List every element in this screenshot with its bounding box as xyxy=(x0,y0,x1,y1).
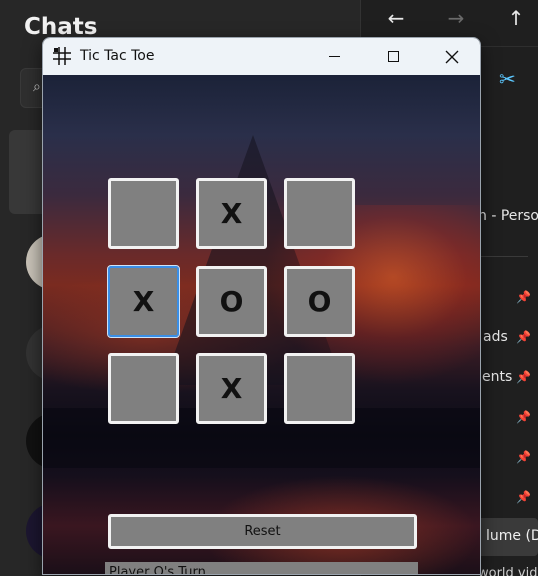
grid-icon xyxy=(53,47,71,65)
pin-icon[interactable]: 📌 xyxy=(516,290,531,304)
minimize-icon xyxy=(328,56,340,57)
maximize-icon xyxy=(387,51,399,62)
pin-icon[interactable]: 📌 xyxy=(516,330,531,344)
back-arrow-icon[interactable]: ← xyxy=(381,6,411,30)
quick-access-label: ents xyxy=(482,369,513,385)
reset-button[interactable]: Reset xyxy=(108,514,417,549)
minimize-button[interactable] xyxy=(311,38,357,75)
pin-icon[interactable]: 📌 xyxy=(516,490,531,504)
close-icon xyxy=(445,50,459,63)
search-icon: ⌕ xyxy=(33,79,41,95)
window-title: Tic Tac Toe xyxy=(80,48,155,64)
board-cell-5[interactable]: O xyxy=(284,266,355,337)
divider xyxy=(478,256,528,257)
window-titlebar[interactable]: Tic Tac Toe xyxy=(43,38,480,75)
pin-icon[interactable]: 📌 xyxy=(516,410,531,424)
tic-tac-toe-window: Tic Tac Toe X X O O X Reset Player O's T… xyxy=(42,37,481,575)
quick-access-label: ads xyxy=(483,329,508,345)
board-cell-2[interactable] xyxy=(284,178,355,249)
pin-icon[interactable]: 📌 xyxy=(516,450,531,464)
game-client-area: X X O O X Reset Player O's Turn xyxy=(43,75,480,574)
board-cell-7[interactable]: X xyxy=(196,353,267,424)
pin-icon[interactable]: 📌 xyxy=(516,370,531,384)
explorer-nav-bar: ← → ↑ xyxy=(361,0,538,40)
explorer-item-partial[interactable]: n - Perso xyxy=(478,208,538,224)
board-cell-3[interactable]: X xyxy=(107,265,180,338)
maximize-button[interactable] xyxy=(370,38,416,75)
up-arrow-icon[interactable]: ↑ xyxy=(501,6,531,30)
board-cell-8[interactable] xyxy=(284,353,355,424)
explorer-item-partial[interactable]: world video xyxy=(478,566,538,576)
scissors-icon[interactable]: ✂ xyxy=(499,67,516,91)
close-button[interactable] xyxy=(429,38,475,75)
board-cell-4[interactable]: O xyxy=(196,266,267,337)
forward-arrow-icon[interactable]: → xyxy=(441,6,471,30)
status-label: Player O's Turn xyxy=(105,562,418,574)
board-cell-0[interactable] xyxy=(108,178,179,249)
board-cell-1[interactable]: X xyxy=(196,178,267,249)
drive-label: lume (D: xyxy=(486,528,538,544)
board-cell-6[interactable] xyxy=(108,353,179,424)
